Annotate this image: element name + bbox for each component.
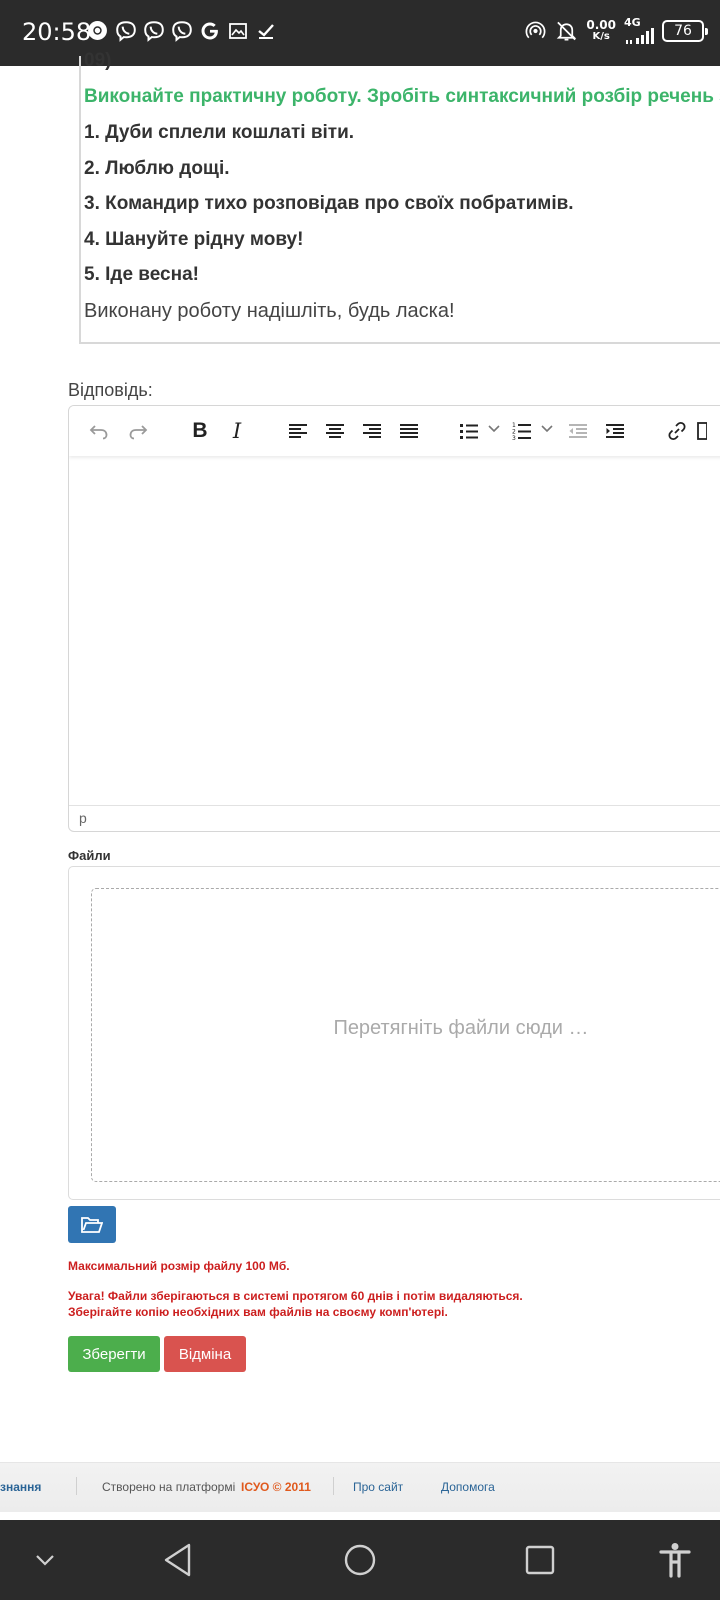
task-sentence: 5. Іде весна! bbox=[84, 264, 199, 285]
editor-content-area[interactable] bbox=[69, 458, 720, 808]
check-icon bbox=[254, 19, 277, 42]
accessibility-icon[interactable] bbox=[655, 1540, 695, 1580]
status-time: 20:58 bbox=[22, 18, 92, 46]
net-speed-unit: K/s bbox=[592, 30, 610, 42]
gallery-icon bbox=[226, 19, 249, 42]
undo-icon[interactable] bbox=[85, 418, 113, 444]
task-partial-line: 09) bbox=[84, 50, 112, 71]
footer-help-link[interactable]: Допомога bbox=[441, 1480, 495, 1494]
navigation-bar bbox=[0, 1520, 720, 1600]
answer-label: Відповідь: bbox=[68, 380, 153, 400]
outdent-icon[interactable] bbox=[564, 418, 592, 444]
recent-apps-icon[interactable] bbox=[520, 1540, 560, 1580]
warning-note-line2: Зберігайте копію необхідних вам файлів н… bbox=[68, 1305, 448, 1319]
indent-icon[interactable] bbox=[601, 418, 629, 444]
footer-divider bbox=[333, 1477, 334, 1495]
redo-icon[interactable] bbox=[124, 418, 152, 444]
task-closing: Виконану роботу надішліть, будь ласка! bbox=[84, 300, 455, 322]
viber-icon bbox=[170, 19, 193, 42]
footer-platform[interactable]: ІСУО © 2011 bbox=[241, 1480, 311, 1494]
link-icon[interactable] bbox=[663, 418, 691, 444]
chevron-down-icon[interactable] bbox=[540, 422, 554, 436]
back-icon[interactable] bbox=[158, 1540, 198, 1580]
page-footer: знання Створено на платформі ІСУО © 2011… bbox=[0, 1462, 720, 1512]
task-sentence: 2. Люблю дощі. bbox=[84, 158, 230, 179]
editor-toolbar: B I 123 bbox=[69, 406, 720, 456]
chrome-icon bbox=[86, 19, 109, 42]
bold-button[interactable]: B bbox=[186, 418, 214, 444]
task-instruction: Виконайте практичну роботу. Зробіть синт… bbox=[84, 86, 720, 107]
files-label: Файли bbox=[68, 848, 111, 863]
battery-icon: 76 bbox=[662, 19, 708, 42]
numbered-list-icon[interactable]: 123 bbox=[508, 418, 536, 444]
align-center-icon[interactable] bbox=[321, 418, 349, 444]
drop-zone-text: Перетягніть файли сюди … bbox=[333, 1017, 589, 1039]
rich-text-editor: B I 123 p bbox=[68, 405, 720, 832]
network-type: 4G bbox=[624, 16, 641, 29]
file-drop-zone[interactable]: Перетягніть файли сюди … bbox=[91, 888, 720, 1182]
save-button[interactable]: Зберегти bbox=[68, 1336, 160, 1372]
align-left-icon[interactable] bbox=[284, 418, 312, 444]
footer-divider bbox=[76, 1477, 77, 1495]
editor-path: p bbox=[69, 805, 720, 831]
net-speed-value: 0.00 bbox=[586, 17, 616, 32]
net-speed: 0.00 K/s bbox=[586, 17, 616, 42]
bullet-list-icon[interactable] bbox=[455, 418, 483, 444]
chevron-down-icon[interactable] bbox=[487, 422, 501, 436]
mute-bell-icon bbox=[555, 19, 578, 42]
system-icons: 0.00 K/s 4G 76 bbox=[524, 17, 708, 44]
hotspot-icon bbox=[524, 19, 547, 42]
battery-level: 76 bbox=[674, 22, 692, 39]
footer-created-on: Створено на платформі bbox=[102, 1480, 236, 1494]
italic-button[interactable]: I bbox=[223, 418, 251, 444]
max-size-note: Максимальний розмір файлу 100 Мб. bbox=[68, 1259, 290, 1273]
align-right-icon[interactable] bbox=[358, 418, 386, 444]
task-sentence: 4. Шануйте рідну мову! bbox=[84, 229, 304, 250]
task-sentence: 1. Дуби сплели кошлаті віти. bbox=[84, 122, 355, 143]
folder-open-icon bbox=[81, 1216, 103, 1233]
home-icon[interactable] bbox=[340, 1540, 380, 1580]
viber-icon bbox=[114, 19, 137, 42]
task-sentence: 3. Командир тихо розповідав про своїх по… bbox=[84, 193, 574, 214]
footer-site-link[interactable]: знання bbox=[0, 1480, 41, 1494]
cancel-button[interactable]: Відміна bbox=[164, 1336, 246, 1372]
signal-icon bbox=[626, 28, 654, 44]
align-justify-icon[interactable] bbox=[395, 418, 423, 444]
network-status: 4G bbox=[624, 17, 654, 44]
google-icon bbox=[198, 19, 221, 42]
image-icon[interactable] bbox=[697, 418, 717, 444]
svg-text:3: 3 bbox=[512, 435, 516, 441]
chevron-down-icon[interactable] bbox=[25, 1540, 65, 1580]
browse-files-button[interactable] bbox=[68, 1206, 116, 1243]
warning-note-line1: Увага! Файли зберігаються в системі прот… bbox=[68, 1289, 523, 1303]
viber-icon bbox=[142, 19, 165, 42]
footer-about-link[interactable]: Про сайт bbox=[353, 1480, 403, 1494]
notification-icons bbox=[86, 19, 277, 42]
task-panel: 09) Виконайте практичну роботу. Зробіть … bbox=[79, 50, 720, 344]
file-upload-box: Перетягніть файли сюди … bbox=[68, 866, 720, 1200]
